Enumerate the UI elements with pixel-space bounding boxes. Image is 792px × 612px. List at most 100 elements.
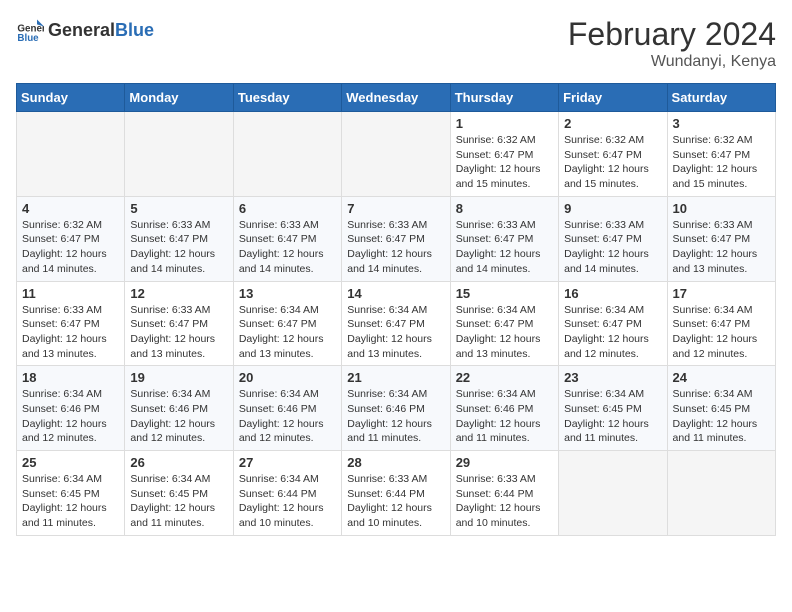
day-number: 18 xyxy=(22,370,119,385)
calendar-cell: 25Sunrise: 6:34 AMSunset: 6:45 PMDayligh… xyxy=(17,451,125,536)
calendar-cell: 29Sunrise: 6:33 AMSunset: 6:44 PMDayligh… xyxy=(450,451,558,536)
day-info: Sunrise: 6:34 AMSunset: 6:46 PMDaylight:… xyxy=(130,387,227,446)
logo-blue: Blue xyxy=(115,20,154,41)
day-number: 17 xyxy=(673,286,770,301)
calendar-cell: 14Sunrise: 6:34 AMSunset: 6:47 PMDayligh… xyxy=(342,281,450,366)
day-info: Sunrise: 6:34 AMSunset: 6:46 PMDaylight:… xyxy=(239,387,336,446)
day-info: Sunrise: 6:33 AMSunset: 6:47 PMDaylight:… xyxy=(22,303,119,362)
calendar-cell: 12 Sunrise: 6:33 AMSunset: 6:47 PMDayligh… xyxy=(125,281,233,366)
day-number: 28 xyxy=(347,455,444,470)
week-row-2: 4Sunrise: 6:32 AMSunset: 6:47 PMDaylight… xyxy=(17,196,776,281)
day-number: 14 xyxy=(347,286,444,301)
day-info: Sunrise: 6:33 AMSunset: 6:44 PMDaylight:… xyxy=(347,472,444,531)
calendar-cell xyxy=(125,112,233,197)
day-number: 3 xyxy=(673,116,770,131)
week-row-4: 18 Sunrise: 6:34 AMSunset: 6:46 PMDayligh… xyxy=(17,366,776,451)
day-info: Sunrise: 6:34 AMSunset: 6:46 PMDaylight:… xyxy=(22,387,119,446)
day-info: Sunrise: 6:34 AMSunset: 6:47 PMDaylight:… xyxy=(456,303,553,362)
calendar-cell: 11 Sunrise: 6:33 AMSunset: 6:47 PMDayligh… xyxy=(17,281,125,366)
calendar-cell: 1Sunrise: 6:32 AMSunset: 6:47 PMDaylight… xyxy=(450,112,558,197)
day-number: 26 xyxy=(130,455,227,470)
calendar-cell: 7 Sunrise: 6:33 AMSunset: 6:47 PMDaylight… xyxy=(342,196,450,281)
day-info: Sunrise: 6:34 AMSunset: 6:47 PMDaylight:… xyxy=(673,303,770,362)
day-number: 15 xyxy=(456,286,553,301)
calendar-cell: 19 Sunrise: 6:34 AMSunset: 6:46 PMDayligh… xyxy=(125,366,233,451)
day-number: 6 xyxy=(239,201,336,216)
weekday-header-tuesday: Tuesday xyxy=(233,84,341,112)
page-header: General Blue GeneralBlue February 2024 W… xyxy=(16,16,776,71)
day-number: 21 xyxy=(347,370,444,385)
calendar-cell: 15 Sunrise: 6:34 AMSunset: 6:47 PMDayligh… xyxy=(450,281,558,366)
svg-text:Blue: Blue xyxy=(17,33,39,44)
logo-icon: General Blue xyxy=(16,16,44,44)
month-title: February 2024 xyxy=(568,16,776,53)
day-number: 9 xyxy=(564,201,661,216)
day-info: Sunrise: 6:34 AMSunset: 6:45 PMDaylight:… xyxy=(22,472,119,531)
calendar-cell: 6 Sunrise: 6:33 AMSunset: 6:47 PMDaylight… xyxy=(233,196,341,281)
calendar-cell xyxy=(233,112,341,197)
day-number: 8 xyxy=(456,201,553,216)
day-info: Sunrise: 6:34 AMSunset: 6:45 PMDaylight:… xyxy=(673,387,770,446)
day-info: Sunrise: 6:34 AMSunset: 6:47 PMDaylight:… xyxy=(239,303,336,362)
day-info: Sunrise: 6:34 AMSunset: 6:46 PMDaylight:… xyxy=(456,387,553,446)
day-info: Sunrise: 6:32 AMSunset: 6:47 PMDaylight:… xyxy=(673,133,770,192)
day-info: Sunrise: 6:33 AMSunset: 6:47 PMDaylight:… xyxy=(564,218,661,277)
day-info: Sunrise: 6:33 AMSunset: 6:47 PMDaylight:… xyxy=(456,218,553,277)
weekday-header-monday: Monday xyxy=(125,84,233,112)
logo-general: General xyxy=(48,20,115,41)
day-number: 7 xyxy=(347,201,444,216)
location-title: Wundanyi, Kenya xyxy=(568,53,776,71)
weekday-header-sunday: Sunday xyxy=(17,84,125,112)
day-info: Sunrise: 6:34 AMSunset: 6:45 PMDaylight:… xyxy=(130,472,227,531)
calendar-cell: 16Sunrise: 6:34 AMSunset: 6:47 PMDayligh… xyxy=(559,281,667,366)
title-area: February 2024 Wundanyi, Kenya xyxy=(568,16,776,71)
day-info: Sunrise: 6:33 AMSunset: 6:47 PMDaylight:… xyxy=(673,218,770,277)
calendar-cell xyxy=(667,451,775,536)
calendar-cell: 18 Sunrise: 6:34 AMSunset: 6:46 PMDayligh… xyxy=(17,366,125,451)
day-info: Sunrise: 6:34 AMSunset: 6:46 PMDaylight:… xyxy=(347,387,444,446)
day-info: Sunrise: 6:33 AMSunset: 6:47 PMDaylight:… xyxy=(347,218,444,277)
day-number: 2 xyxy=(564,116,661,131)
day-info: Sunrise: 6:33 AMSunset: 6:47 PMDaylight:… xyxy=(130,303,227,362)
logo: General Blue GeneralBlue xyxy=(16,16,154,44)
week-row-3: 11 Sunrise: 6:33 AMSunset: 6:47 PMDayligh… xyxy=(17,281,776,366)
day-number: 11 xyxy=(22,286,119,301)
weekday-header-saturday: Saturday xyxy=(667,84,775,112)
day-info: Sunrise: 6:32 AMSunset: 6:47 PMDaylight:… xyxy=(564,133,661,192)
calendar-cell: 17 Sunrise: 6:34 AMSunset: 6:47 PMDayligh… xyxy=(667,281,775,366)
calendar-cell: 10 Sunrise: 6:33 AMSunset: 6:47 PMDayligh… xyxy=(667,196,775,281)
day-number: 10 xyxy=(673,201,770,216)
day-number: 23 xyxy=(564,370,661,385)
calendar-cell: 23 Sunrise: 6:34 AMSunset: 6:45 PMDayligh… xyxy=(559,366,667,451)
day-number: 22 xyxy=(456,370,553,385)
day-number: 19 xyxy=(130,370,227,385)
calendar-cell: 2 Sunrise: 6:32 AMSunset: 6:47 PMDaylight… xyxy=(559,112,667,197)
weekday-header-wednesday: Wednesday xyxy=(342,84,450,112)
calendar-cell: 24 Sunrise: 6:34 AMSunset: 6:45 PMDayligh… xyxy=(667,366,775,451)
day-info: Sunrise: 6:33 AMSunset: 6:47 PMDaylight:… xyxy=(239,218,336,277)
week-row-1: 1 Sunrise: 6:32 AMSunset: 6:47 PMDaylight… xyxy=(17,112,776,197)
weekday-header-thursday: Thursday xyxy=(450,84,558,112)
day-number: 24 xyxy=(673,370,770,385)
day-info: Sunrise: 6:33 AMSunset: 6:47 PMDaylight:… xyxy=(130,218,227,277)
calendar-cell: 27Sunrise: 6:34 AMSunset: 6:44 PMDayligh… xyxy=(233,451,341,536)
day-number: 27 xyxy=(239,455,336,470)
calendar-cell: 9 Sunrise: 6:33 AMSunset: 6:47 PMDaylight… xyxy=(559,196,667,281)
day-number: 13 xyxy=(239,286,336,301)
day-number: 20 xyxy=(239,370,336,385)
weekday-header-friday: Friday xyxy=(559,84,667,112)
day-number: 12 xyxy=(130,286,227,301)
day-number: 29 xyxy=(456,455,553,470)
day-number: 1 xyxy=(456,116,553,131)
calendar-cell: 28 Sunrise: 6:33 AMSunset: 6:44 PMDayligh… xyxy=(342,451,450,536)
calendar-cell: 8 Sunrise: 6:33 AMSunset: 6:47 PMDaylight… xyxy=(450,196,558,281)
calendar-cell xyxy=(342,112,450,197)
calendar-cell: 13 Sunrise: 6:34 AMSunset: 6:47 PMDayligh… xyxy=(233,281,341,366)
calendar-cell: 22 Sunrise: 6:34 AMSunset: 6:46 PMDayligh… xyxy=(450,366,558,451)
day-info: Sunrise: 6:32 AMSunset: 6:47 PMDaylight:… xyxy=(22,218,119,277)
calendar-cell: 3 Sunrise: 6:32 AMSunset: 6:47 PMDaylight… xyxy=(667,112,775,197)
calendar-cell: 4Sunrise: 6:32 AMSunset: 6:47 PMDaylight… xyxy=(17,196,125,281)
day-number: 5 xyxy=(130,201,227,216)
day-info: Sunrise: 6:34 AMSunset: 6:45 PMDaylight:… xyxy=(564,387,661,446)
calendar-cell: 5 Sunrise: 6:33 AMSunset: 6:47 PMDaylight… xyxy=(125,196,233,281)
